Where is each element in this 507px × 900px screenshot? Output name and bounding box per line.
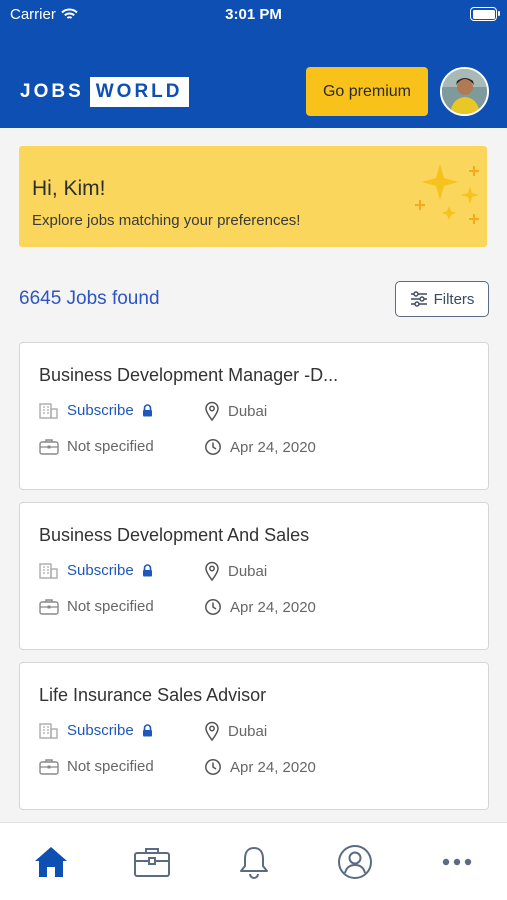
job-salary: Not specified	[67, 598, 154, 615]
home-icon	[35, 847, 67, 877]
company-row: Subscribe	[39, 721, 153, 739]
job-date: Apr 24, 2020	[230, 438, 316, 456]
battery-icon	[470, 7, 500, 21]
clock-icon	[205, 599, 221, 615]
jobs-count: 6645 Jobs found	[19, 288, 160, 309]
company-row: Subscribe	[39, 561, 153, 579]
location-row: Dubai	[204, 721, 267, 741]
jobsworld-logo[interactable]: JOBS WORLD	[20, 76, 189, 107]
job-location: Dubai	[228, 402, 268, 420]
app-header: JOBS WORLD Go premium	[0, 54, 507, 128]
job-title: Life Insurance Sales Advisor	[39, 685, 267, 705]
tab-more[interactable]	[436, 841, 478, 883]
salary-row: Not specified	[39, 598, 154, 615]
briefcase-icon	[134, 848, 170, 877]
greeting-title: Hi, Kim!	[32, 177, 106, 200]
more-icon	[442, 858, 472, 866]
job-date: Apr 24, 2020	[230, 758, 316, 776]
bottom-tab-bar	[0, 822, 507, 900]
job-title: Business Development Manager -D...	[39, 365, 339, 385]
subscribe-link[interactable]: Subscribe	[67, 402, 134, 419]
clock: 3:01 PM	[225, 6, 282, 23]
sliders-icon	[410, 291, 427, 307]
lock-icon	[142, 403, 152, 416]
job-title: Business Development And Sales	[39, 525, 310, 545]
avatar-photo-icon	[442, 69, 487, 114]
tab-home[interactable]	[30, 841, 72, 883]
job-location: Dubai	[228, 562, 268, 580]
user-avatar[interactable]	[440, 67, 489, 116]
profile-icon	[338, 845, 372, 879]
location-row: Dubai	[204, 401, 267, 421]
job-salary: Not specified	[67, 758, 154, 775]
date-row: Apr 24, 2020	[204, 758, 316, 776]
go-premium-button[interactable]: Go premium	[306, 67, 428, 116]
greeting-banner: Hi, Kim! Explore jobs matching your pref…	[19, 146, 487, 247]
company-building-icon	[39, 563, 58, 579]
status-bar: Carrier 3:01 PM	[0, 0, 507, 54]
tab-jobs[interactable]	[131, 841, 173, 883]
subscribe-link[interactable]: Subscribe	[67, 722, 134, 739]
tab-notifications[interactable]	[233, 841, 275, 883]
job-salary: Not specified	[67, 438, 154, 455]
date-row: Apr 24, 2020	[204, 598, 316, 616]
job-card[interactable]: Business Development Manager -D... Subsc…	[19, 342, 489, 490]
clock-icon	[205, 759, 221, 775]
logo-text-world: WORLD	[89, 76, 189, 107]
date-row: Apr 24, 2020	[204, 438, 316, 456]
filters-button[interactable]: Filters	[395, 281, 489, 317]
company-row: Subscribe	[39, 401, 153, 419]
location-pin-icon	[205, 721, 219, 741]
lock-icon	[142, 723, 152, 736]
greeting-subtitle: Explore jobs matching your preferences!	[32, 212, 301, 229]
location-pin-icon	[205, 561, 219, 581]
job-date: Apr 24, 2020	[230, 598, 316, 616]
job-location: Dubai	[228, 722, 268, 740]
location-row: Dubai	[204, 561, 267, 581]
wallet-icon	[39, 439, 59, 455]
job-card[interactable]: Business Development And Sales Subscribe…	[19, 502, 489, 650]
company-building-icon	[39, 403, 58, 419]
location-pin-icon	[205, 401, 219, 421]
salary-row: Not specified	[39, 438, 154, 455]
wallet-icon	[39, 599, 59, 615]
wallet-icon	[39, 759, 59, 775]
company-building-icon	[39, 723, 58, 739]
tab-profile[interactable]	[334, 841, 376, 883]
filters-label: Filters	[433, 290, 475, 308]
sparkles-icon	[415, 164, 479, 224]
logo-text-jobs: JOBS	[20, 80, 84, 102]
subscribe-link[interactable]: Subscribe	[67, 562, 134, 579]
clock-icon	[205, 439, 221, 455]
salary-row: Not specified	[39, 758, 154, 775]
lock-icon	[142, 563, 152, 576]
job-card[interactable]: Life Insurance Sales Advisor Subscribe D…	[19, 662, 489, 810]
bell-icon	[240, 847, 268, 879]
